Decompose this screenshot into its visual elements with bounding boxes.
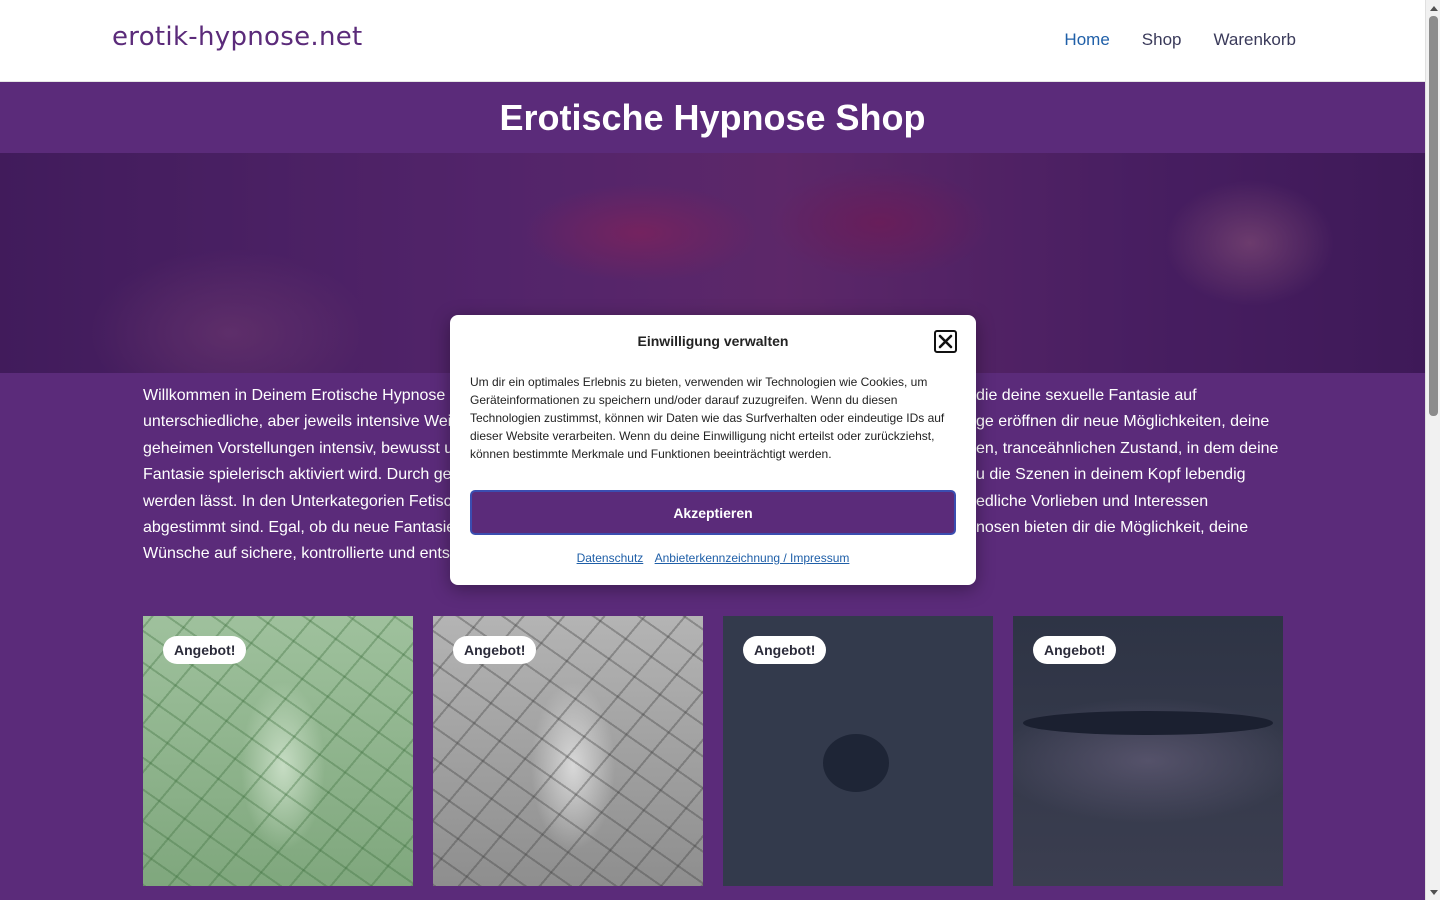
- accept-button[interactable]: Akzeptieren: [470, 490, 956, 535]
- site-header: erotik-hypnose.net Home Shop Warenkorb: [0, 0, 1425, 82]
- product-card[interactable]: Angebot!: [433, 616, 703, 886]
- product-card[interactable]: Angebot!: [723, 616, 993, 886]
- consent-text: Um dir ein optimales Erlebnis zu bieten,…: [470, 375, 945, 461]
- product-card[interactable]: Angebot!: [143, 616, 413, 886]
- close-button[interactable]: [934, 330, 957, 353]
- scroll-down-arrow-icon[interactable]: [1426, 885, 1440, 900]
- sale-badge: Angebot!: [1033, 636, 1117, 664]
- page-title: Erotische Hypnose Shop: [499, 97, 926, 138]
- scrollbar[interactable]: [1425, 0, 1440, 900]
- product-grid: Angebot! Angebot! Angebot! Angebot!: [143, 616, 1283, 886]
- consent-modal: Einwilligung verwalten Um dir ein optima…: [450, 315, 976, 585]
- site-logo[interactable]: erotik-hypnose.net: [112, 22, 363, 52]
- consent-title: Einwilligung verwalten: [637, 333, 789, 349]
- consent-links: Datenschutz Anbieterkennzeichnung / Impr…: [450, 551, 976, 565]
- page-title-bar: Erotische Hypnose Shop: [0, 83, 1425, 153]
- product-card[interactable]: Angebot!: [1013, 616, 1283, 886]
- product-image-shape: [1023, 711, 1273, 735]
- sale-badge: Angebot!: [453, 636, 537, 664]
- sale-badge: Angebot!: [163, 636, 247, 664]
- nav-home[interactable]: Home: [1064, 30, 1109, 50]
- imprint-link[interactable]: Anbieterkennzeichnung / Impressum: [655, 551, 850, 565]
- close-icon: [938, 334, 953, 349]
- sale-badge: Angebot!: [743, 636, 827, 664]
- product-image-shape: [823, 734, 889, 792]
- nav-cart[interactable]: Warenkorb: [1213, 30, 1296, 50]
- main-nav: Home Shop Warenkorb: [1064, 30, 1296, 50]
- nav-shop[interactable]: Shop: [1142, 30, 1182, 50]
- privacy-link[interactable]: Datenschutz: [577, 551, 644, 565]
- scrollbar-thumb[interactable]: [1429, 16, 1438, 416]
- scroll-up-arrow-icon[interactable]: [1426, 0, 1440, 15]
